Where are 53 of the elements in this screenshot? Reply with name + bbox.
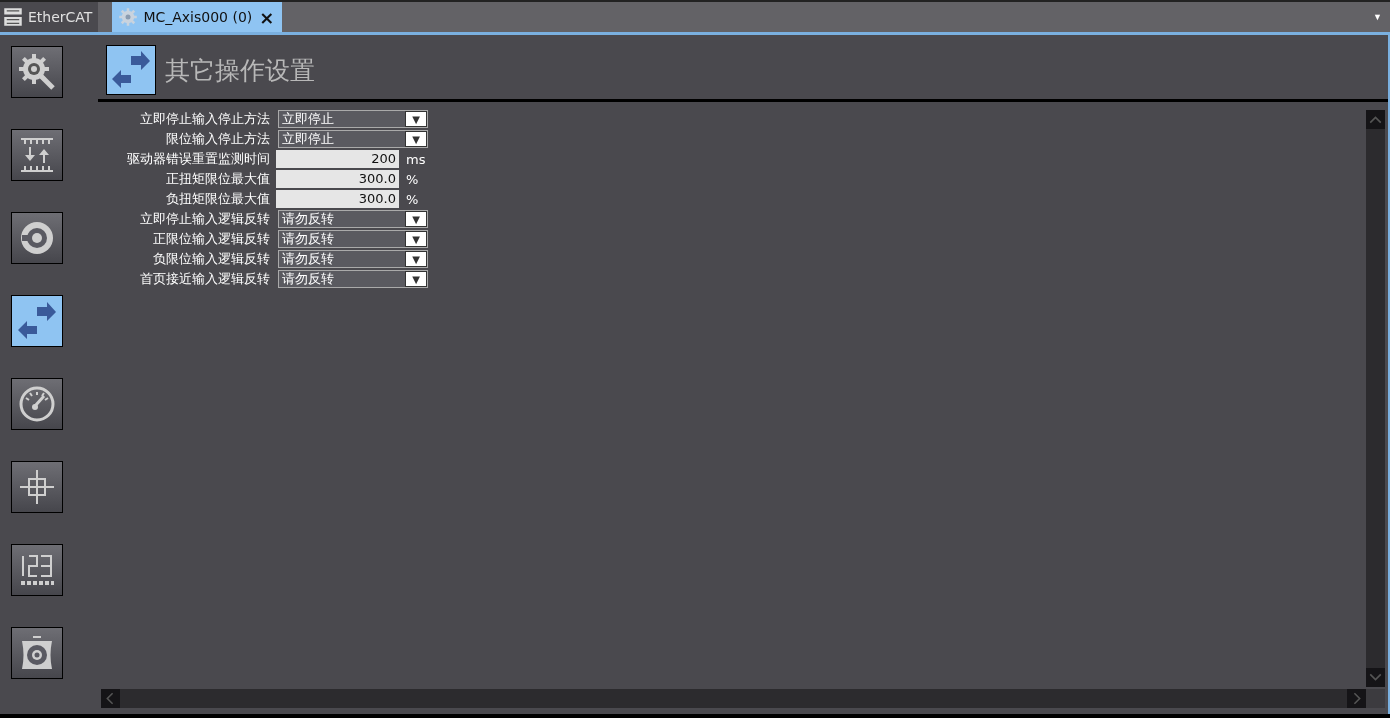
page-title: 其它操作设置 bbox=[165, 54, 315, 87]
sidebar-button[interactable] bbox=[11, 46, 63, 98]
sidebar-button[interactable] bbox=[11, 461, 63, 513]
tab[interactable]: MC_Axis000 (0) × bbox=[112, 2, 283, 32]
sidebar-button[interactable] bbox=[11, 627, 63, 679]
setting-label: 限位输入停止方法 bbox=[165, 130, 270, 148]
scroll-left-icon[interactable] bbox=[101, 689, 120, 708]
tab[interactable]: EtherCAT bbox=[0, 2, 99, 32]
dropdown[interactable]: 请勿反转 ▼ bbox=[278, 250, 428, 268]
sidebar-button[interactable] bbox=[11, 129, 63, 181]
dropdown-arrow-button[interactable]: ▼ bbox=[405, 251, 427, 267]
gear-wrench-icon bbox=[17, 52, 57, 92]
horizontal-scrollbar[interactable] bbox=[101, 689, 1366, 708]
setting-label: 负扭矩限位最大值 bbox=[165, 190, 270, 208]
dropdown-arrow-button[interactable]: ▼ bbox=[405, 211, 427, 227]
input-field[interactable]: 200 bbox=[276, 150, 399, 168]
setting-label: 驱动器错误重置监测时间 bbox=[126, 150, 270, 168]
dropdown[interactable]: 立即停止 ▼ bbox=[278, 110, 428, 128]
tab-menu-button[interactable]: ▼ bbox=[1365, 2, 1390, 32]
swap-arrows-icon bbox=[17, 301, 57, 341]
dropdown-arrow-button[interactable]: ▼ bbox=[405, 231, 427, 247]
setting-label: 立即停止输入逻辑反转 bbox=[139, 210, 270, 228]
setting-label: 首页接近输入逻辑反转 bbox=[139, 270, 270, 288]
sidebar-button[interactable] bbox=[11, 378, 63, 430]
dropdown[interactable]: 请勿反转 ▼ bbox=[278, 270, 428, 288]
dropdown[interactable]: 请勿反转 ▼ bbox=[278, 210, 428, 228]
dropdown-arrow-button[interactable]: ▼ bbox=[405, 111, 427, 127]
ethercat-icon bbox=[3, 7, 23, 27]
input-field[interactable]: 300.0 bbox=[276, 170, 399, 188]
scroll-right-icon[interactable] bbox=[1347, 689, 1366, 708]
dropdown[interactable]: 立即停止 ▼ bbox=[278, 130, 428, 148]
setting-label: 立即停止输入停止方法 bbox=[139, 110, 270, 128]
dropdown[interactable]: 请勿反转 ▼ bbox=[278, 230, 428, 248]
unit-label: % bbox=[406, 191, 419, 207]
sidebar-button[interactable] bbox=[11, 544, 63, 596]
sidebar-button[interactable] bbox=[11, 295, 63, 347]
dropdown-arrow-button[interactable]: ▼ bbox=[405, 131, 427, 147]
input-field[interactable]: 300.0 bbox=[276, 190, 399, 208]
unit-label: ms bbox=[406, 151, 426, 167]
crosshair-icon bbox=[17, 467, 57, 507]
sidebar-button[interactable] bbox=[11, 212, 63, 264]
dropdown-arrow-button[interactable]: ▼ bbox=[405, 271, 427, 287]
close-button[interactable]: × bbox=[257, 6, 277, 28]
vertical-scrollbar[interactable] bbox=[1366, 110, 1385, 687]
setting-label: 负限位输入逻辑反转 bbox=[152, 250, 270, 268]
gear-icon bbox=[118, 7, 139, 27]
scrollbar-corner bbox=[1366, 689, 1385, 708]
setting-label: 正限位输入逻辑反转 bbox=[152, 230, 270, 248]
gauge-icon bbox=[17, 384, 57, 424]
setting-label: 正扭矩限位最大值 bbox=[165, 170, 270, 188]
unit-label: % bbox=[406, 171, 419, 187]
scroll-up-icon[interactable] bbox=[1366, 110, 1385, 129]
scroll-down-icon[interactable] bbox=[1366, 668, 1385, 687]
